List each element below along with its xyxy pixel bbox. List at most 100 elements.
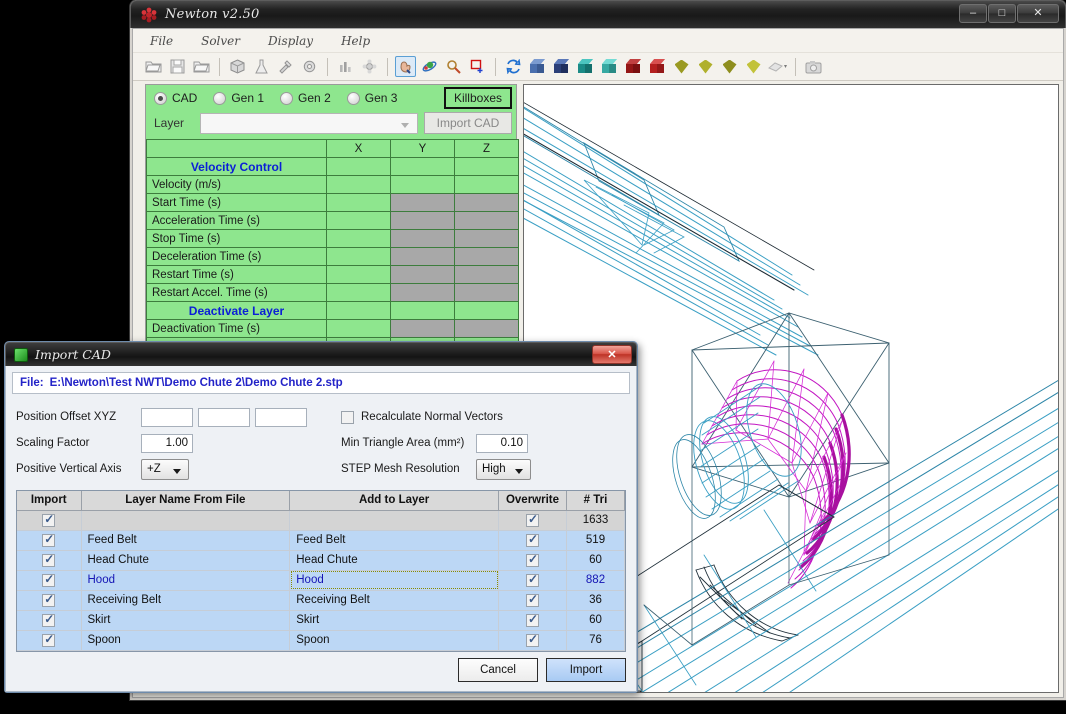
view-olive3-icon[interactable] xyxy=(719,56,740,77)
grid-cell[interactable] xyxy=(326,157,391,176)
min-triangle-area-input[interactable]: 0.10 xyxy=(476,433,528,453)
cell-add-to-layer[interactable]: Receiving Belt xyxy=(289,590,499,611)
view-front-blue-icon[interactable] xyxy=(551,56,572,77)
radio-gen3[interactable]: Gen 3 xyxy=(346,91,397,105)
grid-cell[interactable] xyxy=(454,301,519,320)
grid-cell[interactable] xyxy=(326,193,391,212)
cell-add-to-layer[interactable]: Spoon xyxy=(289,630,499,651)
materials-icon[interactable] xyxy=(227,56,248,77)
cell-import-checkbox[interactable] xyxy=(17,590,82,611)
grid-cell[interactable] xyxy=(390,175,455,194)
view-red2-icon[interactable] xyxy=(647,56,668,77)
cell-import-checkbox[interactable] xyxy=(17,510,82,531)
overwrite-checkbox[interactable] xyxy=(526,612,539,627)
dialog-titlebar[interactable]: Import CAD ✕ xyxy=(5,342,637,366)
cell-add-to-layer[interactable]: Skirt xyxy=(289,610,499,631)
cell-import-checkbox[interactable] xyxy=(17,630,82,651)
recalculate-normals-checkbox[interactable] xyxy=(341,410,354,424)
overwrite-checkbox[interactable] xyxy=(526,632,539,647)
killboxes-button[interactable]: Killboxes xyxy=(443,87,512,109)
view-olive2-icon[interactable] xyxy=(695,56,716,77)
overwrite-checkbox[interactable] xyxy=(526,572,539,587)
pan-hand-icon[interactable] xyxy=(395,56,416,77)
zoom-icon[interactable] xyxy=(443,56,464,77)
menu-solver[interactable]: Solver xyxy=(198,32,243,50)
maximize-button[interactable]: □ xyxy=(988,4,1016,23)
grid-cell[interactable] xyxy=(326,301,391,320)
shade-dropdown-icon[interactable] xyxy=(767,56,788,77)
refresh-icon[interactable] xyxy=(503,56,524,77)
view-olive4-icon[interactable] xyxy=(743,56,764,77)
orbit-icon[interactable] xyxy=(419,56,440,77)
radio-gen1[interactable]: Gen 1 xyxy=(213,91,264,105)
particles-icon[interactable] xyxy=(359,56,380,77)
grid-cell[interactable] xyxy=(326,265,391,284)
cell-layer-name[interactable]: Hood xyxy=(81,570,291,591)
position-offset-z-input[interactable] xyxy=(255,407,307,427)
cell-import-checkbox[interactable] xyxy=(17,550,82,571)
cell-add-to-layer[interactable]: Hood xyxy=(289,570,499,591)
view-teal-icon[interactable] xyxy=(575,56,596,77)
minimize-button[interactable]: – xyxy=(959,4,987,23)
grid-cell[interactable] xyxy=(454,175,519,194)
grid-cell[interactable] xyxy=(326,211,391,230)
position-offset-y-input[interactable] xyxy=(198,407,250,427)
cell-overwrite-checkbox[interactable] xyxy=(498,570,567,591)
open-recent-icon[interactable] xyxy=(191,56,212,77)
import-checkbox[interactable] xyxy=(42,632,56,647)
cell-layer-name[interactable] xyxy=(81,510,291,531)
cell-overwrite-checkbox[interactable] xyxy=(498,530,567,551)
cell-layer-name[interactable]: Skirt xyxy=(81,610,291,631)
import-checkbox[interactable] xyxy=(42,612,56,627)
cell-layer-name[interactable]: Receiving Belt xyxy=(81,590,291,611)
grid-cell[interactable] xyxy=(326,247,391,266)
import-checkbox[interactable] xyxy=(42,572,56,587)
overwrite-checkbox[interactable] xyxy=(526,552,539,567)
scaling-factor-input[interactable]: 1.00 xyxy=(141,433,193,453)
menu-display[interactable]: Display xyxy=(265,32,316,50)
flask-icon[interactable] xyxy=(251,56,272,77)
grid-cell[interactable] xyxy=(326,175,391,194)
cell-add-to-layer[interactable] xyxy=(289,510,499,531)
import-checkbox[interactable] xyxy=(42,552,56,567)
open-icon[interactable] xyxy=(143,56,164,77)
layer-combobox[interactable] xyxy=(200,112,418,134)
dialog-close-button[interactable]: ✕ xyxy=(592,345,632,364)
cell-import-checkbox[interactable] xyxy=(17,610,82,631)
view-iso-blue-icon[interactable] xyxy=(527,56,548,77)
grid-cell[interactable] xyxy=(326,319,391,338)
save-icon[interactable] xyxy=(167,56,188,77)
cell-overwrite-checkbox[interactable] xyxy=(498,630,567,651)
radio-cad[interactable]: CAD xyxy=(154,91,197,105)
cell-overwrite-checkbox[interactable] xyxy=(498,510,567,531)
tools-icon[interactable] xyxy=(275,56,296,77)
cell-add-to-layer[interactable]: Feed Belt xyxy=(289,530,499,551)
view-olive-icon[interactable] xyxy=(671,56,692,77)
grid-cell[interactable] xyxy=(326,229,391,248)
chart-icon[interactable] xyxy=(335,56,356,77)
step-mesh-resolution-select[interactable]: High xyxy=(476,458,531,480)
positive-vertical-axis-select[interactable]: +Z xyxy=(141,458,189,480)
cell-overwrite-checkbox[interactable] xyxy=(498,610,567,631)
radio-gen2[interactable]: Gen 2 xyxy=(280,91,331,105)
cell-layer-name[interactable]: Head Chute xyxy=(81,550,291,571)
grid-cell[interactable] xyxy=(326,283,391,302)
grid-cell[interactable] xyxy=(390,157,455,176)
menu-help[interactable]: Help xyxy=(338,32,373,50)
cell-overwrite-checkbox[interactable] xyxy=(498,590,567,611)
cancel-button[interactable]: Cancel xyxy=(458,658,538,682)
grid-cell[interactable] xyxy=(454,157,519,176)
cell-import-checkbox[interactable] xyxy=(17,570,82,591)
zoom-window-icon[interactable] xyxy=(467,56,488,77)
view-red-icon[interactable] xyxy=(623,56,644,77)
import-cad-button[interactable]: Import CAD xyxy=(424,112,512,134)
overwrite-checkbox[interactable] xyxy=(526,532,539,547)
app-titlebar[interactable]: Newton v2.50 – □ ✕ xyxy=(130,0,1066,28)
cell-add-to-layer[interactable]: Head Chute xyxy=(289,550,499,571)
import-checkbox[interactable] xyxy=(42,592,56,607)
overwrite-checkbox[interactable] xyxy=(526,512,539,527)
import-checkbox[interactable] xyxy=(42,532,56,547)
import-checkbox[interactable] xyxy=(42,512,56,527)
cell-layer-name[interactable]: Spoon xyxy=(81,630,291,651)
position-offset-x-input[interactable] xyxy=(141,407,193,427)
